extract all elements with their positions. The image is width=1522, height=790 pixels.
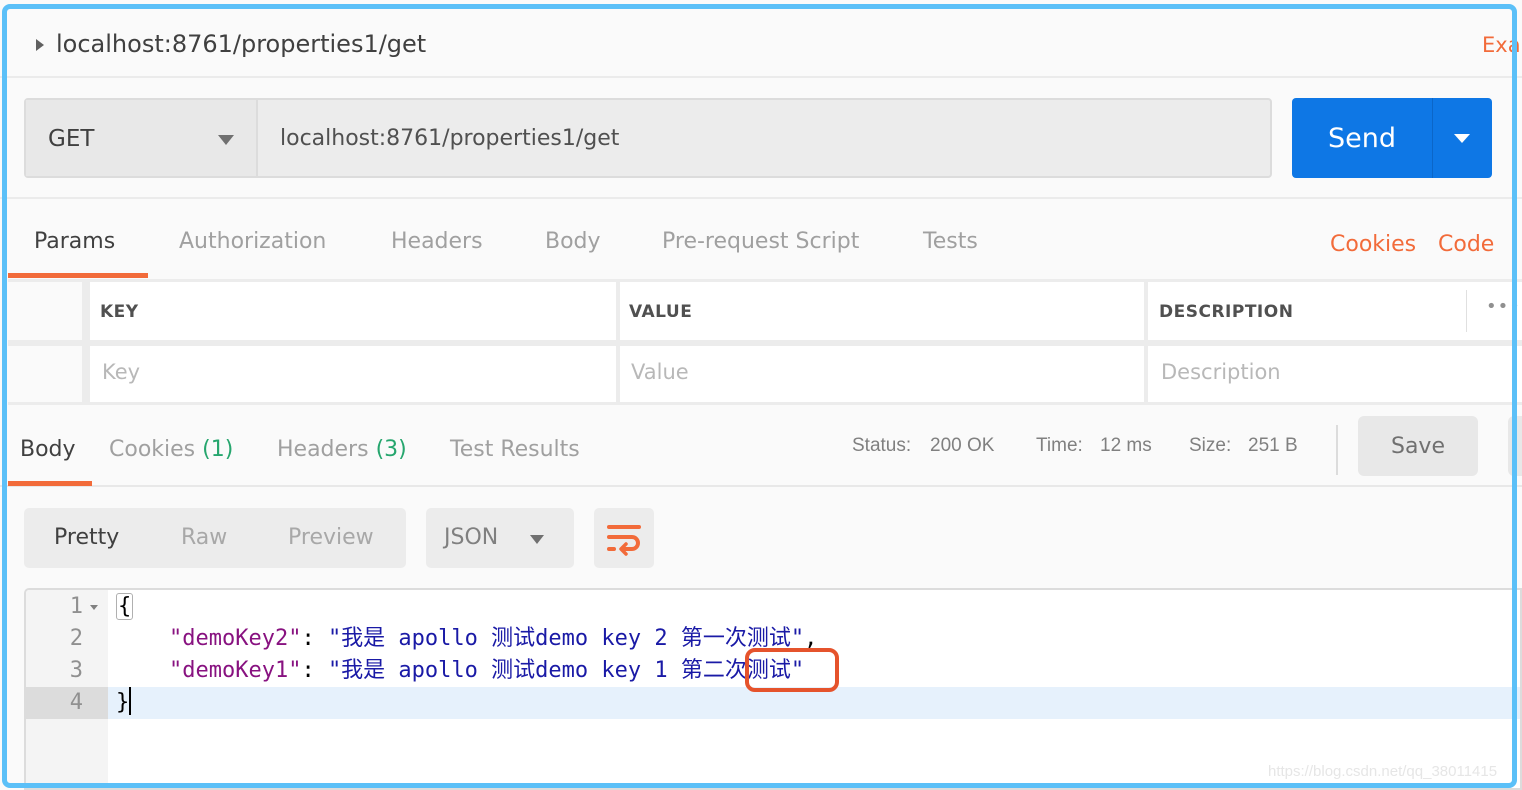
code-text: } (116, 687, 132, 719)
count-badge: (1) (202, 437, 234, 462)
save-response-button[interactable]: Save (1358, 416, 1478, 476)
response-bar: Body Cookies (1) Headers (3) Test Result… (0, 405, 1522, 487)
request-tabs: Params Authorization Headers Body Pre-re… (0, 199, 1522, 279)
tab-body[interactable]: Body (545, 229, 601, 254)
divider (1466, 290, 1467, 332)
row-handle-cell (8, 346, 82, 402)
code-text: { (116, 591, 134, 623)
view-pretty[interactable]: Pretty (54, 525, 119, 550)
wrap-lines-button[interactable] (594, 508, 654, 568)
response-tab-test-results[interactable]: Test Results (450, 437, 580, 462)
code-line: 3 "demoKey1": "我是 apollo 测试demo key 1 第二… (26, 655, 1520, 687)
tab-pre-request-script[interactable]: Pre-request Script (662, 229, 859, 254)
tab-headers[interactable]: Headers (391, 229, 483, 254)
code-line: 2 "demoKey2": "我是 apollo 测试demo key 2 第一… (26, 623, 1520, 655)
expand-caret-icon[interactable] (36, 39, 44, 51)
line-number: 2 (69, 626, 83, 651)
brace: } (116, 690, 130, 715)
column-header: DESCRIPTION (1159, 302, 1294, 322)
header-key: KEY (90, 282, 616, 340)
view-mode-group: Pretty Raw Preview (24, 508, 406, 568)
line-number: 4 (26, 687, 108, 719)
value-input[interactable] (631, 360, 1131, 384)
comma: , (804, 626, 818, 651)
divider (1336, 425, 1338, 475)
size-label: Size: (1189, 435, 1232, 456)
fold-arrow-icon[interactable] (90, 605, 98, 610)
chevron-down-icon (530, 535, 544, 544)
status-label: Status: (852, 435, 912, 456)
header-description: DESCRIPTION ••• (1148, 282, 1522, 340)
wrap-lines-icon (607, 525, 641, 556)
send-button-group: Send (1292, 98, 1492, 178)
tab-authorization[interactable]: Authorization (179, 229, 326, 254)
time-label: Time: (1036, 435, 1083, 456)
time-value[interactable]: 12 ms (1100, 435, 1152, 457)
active-tab-indicator (8, 481, 92, 486)
code-line-active: 4 } (26, 687, 1520, 719)
send-button[interactable]: Send (1292, 98, 1432, 178)
response-tab-cookies[interactable]: Cookies (1) (109, 437, 233, 462)
tab-params[interactable]: Params (34, 229, 115, 254)
brace: { (116, 593, 134, 620)
json-string: "我是 apollo 测试demo key 1 第二次测试" (327, 658, 805, 683)
format-label: JSON (444, 525, 499, 550)
json-key: "demoKey2" (168, 626, 302, 651)
method-label: GET (48, 126, 95, 152)
download-button[interactable] (1508, 416, 1522, 476)
url-input[interactable] (258, 100, 1270, 176)
tab-label: Cookies (109, 437, 196, 462)
url-bar: GET (24, 98, 1272, 178)
column-header: VALUE (629, 302, 693, 322)
code-text: "demoKey2": "我是 apollo 测试demo key 2 第一次测… (168, 626, 818, 651)
method-select[interactable]: GET (26, 100, 258, 176)
code-line: 1 { (26, 591, 1520, 623)
params-table: KEY VALUE DESCRIPTION ••• (8, 279, 1522, 405)
description-input[interactable] (1161, 360, 1511, 384)
active-tab-indicator (8, 273, 148, 278)
key-input[interactable] (102, 360, 602, 384)
examples-link[interactable]: Exa (1482, 33, 1521, 57)
chevron-down-icon (1454, 134, 1470, 143)
cookies-link[interactable]: Cookies (1330, 232, 1416, 257)
column-header: KEY (100, 302, 139, 322)
key-cell (90, 346, 616, 402)
response-editor[interactable]: 1 { 2 "demoKey2": "我是 apollo 测试demo key … (24, 588, 1522, 790)
json-key: "demoKey1" (168, 658, 302, 683)
count-badge: (3) (375, 437, 407, 462)
code-text: "demoKey1": "我是 apollo 测试demo key 1 第二次测… (168, 658, 805, 683)
request-name-row: localhost:8761/properties1/get Exa (0, 0, 1522, 78)
view-raw[interactable]: Raw (181, 525, 227, 550)
tab-tests[interactable]: Tests (923, 229, 978, 254)
code-link[interactable]: Code (1438, 232, 1494, 257)
status-value[interactable]: 200 OK (930, 435, 994, 457)
more-options-icon[interactable]: ••• (1486, 296, 1521, 317)
request-name[interactable]: localhost:8761/properties1/get (56, 30, 426, 58)
text-cursor (129, 687, 132, 715)
send-options-button[interactable] (1432, 98, 1492, 178)
description-cell (1148, 346, 1522, 402)
row-handle-cell (8, 282, 82, 340)
chevron-down-icon (218, 135, 234, 145)
header-value: VALUE (620, 282, 1144, 340)
view-preview[interactable]: Preview (288, 525, 374, 550)
format-select[interactable]: JSON (426, 508, 574, 568)
size-value[interactable]: 251 B (1248, 435, 1298, 457)
tab-label: Headers (277, 437, 369, 462)
json-string: "我是 apollo 测试demo key 2 第一次测试" (327, 626, 805, 651)
line-number: 3 (69, 658, 83, 683)
response-tab-body[interactable]: Body (20, 437, 76, 462)
watermark: https://blog.csdn.net/qq_38011415 (1268, 763, 1498, 780)
response-tab-headers[interactable]: Headers (3) (277, 437, 407, 462)
value-cell (620, 346, 1144, 402)
